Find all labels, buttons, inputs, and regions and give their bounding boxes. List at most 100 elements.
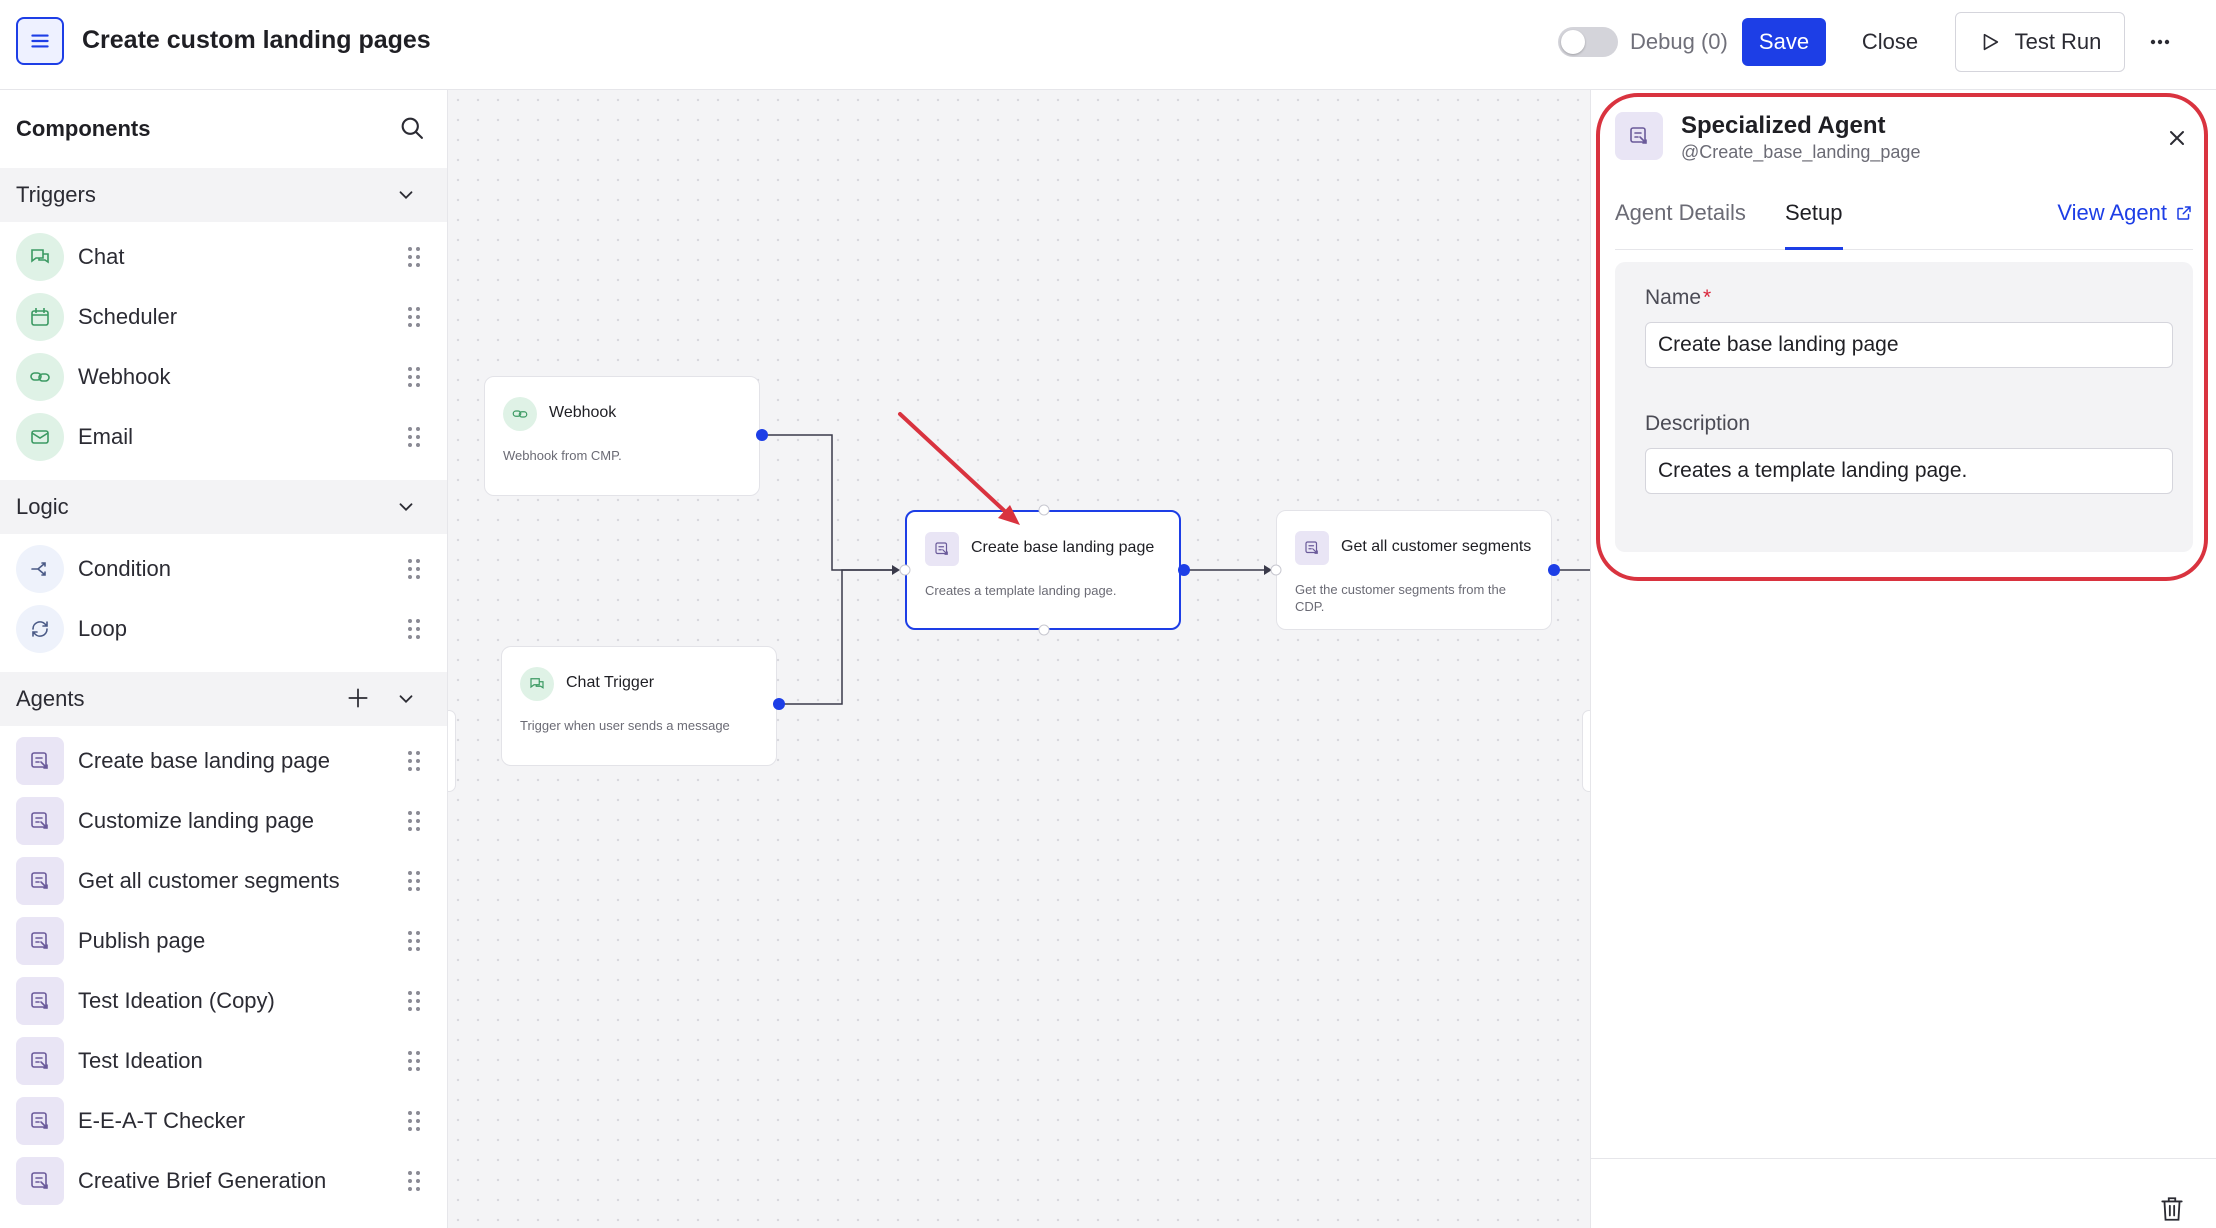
agent-icon (16, 977, 64, 1025)
tab-agent-details[interactable]: Agent Details (1615, 200, 1746, 250)
drag-handle-icon[interactable] (406, 306, 422, 328)
agent-item-label: Test Ideation (Copy) (78, 988, 275, 1013)
trigger-item-label: Webhook (78, 364, 171, 389)
section-label: Agents (16, 686, 85, 711)
port-agent-bottom[interactable] (1038, 624, 1050, 636)
port-segments-in[interactable] (1270, 564, 1282, 576)
loop-icon (16, 605, 64, 653)
agent-icon (16, 1097, 64, 1145)
agent-item[interactable]: Customize landing page (16, 796, 436, 846)
agent-item[interactable]: Test Ideation (16, 1036, 436, 1086)
section-label: Logic (16, 494, 69, 519)
link-icon (16, 353, 64, 401)
agent-item-label: Customize landing page (78, 808, 315, 833)
detail-title: Specialized Agent (1681, 112, 1886, 139)
play-icon (1983, 33, 1998, 51)
trigger-item-scheduler[interactable]: Scheduler (16, 292, 436, 342)
chevron-down-icon (399, 503, 413, 512)
save-button[interactable]: Save (1742, 18, 1826, 66)
agent-item[interactable]: Publish page (16, 916, 436, 966)
agent-detail-panel: Specialized Agent @Create_base_landing_p… (1590, 90, 2216, 1228)
chevron-down-icon (399, 695, 413, 704)
trigger-item-label: Email (78, 424, 134, 449)
mail-icon (16, 413, 64, 461)
drag-handle-icon[interactable] (406, 990, 422, 1012)
agent-item[interactable]: Creative Brief Generation (16, 1156, 436, 1206)
view-agent-label: View Agent (2057, 200, 2167, 225)
agent-item-label: Create base landing page (78, 748, 330, 773)
description-label: Description (1645, 412, 1751, 435)
components-panel: Components Triggers Chat Scheduler Webho… (0, 90, 448, 1228)
drag-handle-icon[interactable] (406, 750, 422, 772)
debug-toggle[interactable] (1558, 27, 1618, 57)
hamburger-icon (31, 34, 49, 48)
drag-handle-icon[interactable] (406, 618, 422, 640)
right-panel-collapse-handle[interactable] (1582, 710, 1590, 792)
section-agents[interactable]: Agents (0, 672, 447, 726)
drag-handle-icon[interactable] (406, 558, 422, 580)
workflow-canvas[interactable]: Webhook Webhook from CMP. Chat Trigger T… (448, 90, 1590, 1228)
port-webhook-out[interactable] (756, 429, 768, 441)
top-bar: Create custom landing pages Debug (0) Sa… (0, 0, 2216, 90)
trigger-item-chat[interactable]: Chat (16, 232, 436, 282)
drag-handle-icon[interactable] (406, 366, 422, 388)
name-input[interactable] (1645, 322, 2173, 368)
section-logic[interactable]: Logic (0, 480, 447, 534)
section-triggers[interactable]: Triggers (0, 168, 447, 222)
tab-setup[interactable]: Setup (1785, 200, 1843, 250)
port-agent-in[interactable] (899, 564, 911, 576)
agent-icon (16, 1157, 64, 1205)
drag-handle-icon[interactable] (406, 1170, 422, 1192)
trigger-item-email[interactable]: Email (16, 412, 436, 462)
agent-item[interactable]: E-E-A-T Checker (16, 1096, 436, 1146)
trigger-item-label: Scheduler (78, 304, 178, 329)
trigger-item-webhook[interactable]: Webhook (16, 352, 436, 402)
test-run-button[interactable]: Test Run (1955, 12, 2125, 72)
more-icon (2150, 39, 2170, 45)
required-mark: * (1703, 286, 1712, 309)
trash-icon[interactable] (2159, 1195, 2185, 1223)
agent-item-label: Get all customer segments (78, 868, 340, 893)
logic-item-label: Loop (78, 616, 127, 641)
drag-handle-icon[interactable] (406, 246, 422, 268)
drag-handle-icon[interactable] (406, 1110, 422, 1132)
close-icon[interactable] (2165, 126, 2189, 150)
agent-item-label: Creative Brief Generation (78, 1168, 327, 1193)
trigger-item-label: Chat (78, 244, 125, 269)
more-options-button[interactable] (2140, 22, 2180, 62)
logic-item-condition[interactable]: Condition (16, 544, 436, 594)
port-agent-top[interactable] (1038, 504, 1050, 516)
port-agent-out[interactable] (1178, 564, 1190, 576)
close-button[interactable]: Close (1848, 18, 1932, 66)
agent-item[interactable]: Test Ideation (Copy) (16, 976, 436, 1026)
branch-icon (16, 545, 64, 593)
test-run-label: Test Run (2014, 29, 2102, 54)
chevron-down-icon (399, 191, 413, 200)
description-input[interactable] (1645, 448, 2173, 494)
drag-handle-icon[interactable] (406, 930, 422, 952)
agent-icon (16, 797, 64, 845)
external-link-icon (2177, 206, 2191, 220)
drag-handle-icon[interactable] (406, 870, 422, 892)
port-chat-out[interactable] (773, 698, 785, 710)
page-title: Create custom landing pages (82, 26, 431, 54)
agent-item-label: Test Ideation (78, 1048, 203, 1073)
setup-form: Name* Description (1615, 262, 2193, 552)
menu-button[interactable] (16, 17, 64, 65)
drag-handle-icon[interactable] (406, 426, 422, 448)
components-title: Components (16, 116, 151, 141)
view-agent-link[interactable]: View Agent (2057, 200, 2193, 226)
port-segments-out[interactable] (1548, 564, 1560, 576)
agent-item[interactable]: Get all customer segments (16, 856, 436, 906)
agent-icon (16, 917, 64, 965)
drag-handle-icon[interactable] (406, 810, 422, 832)
left-panel-collapse-handle[interactable] (448, 710, 456, 792)
chat-icon (16, 233, 64, 281)
logic-item-loop[interactable]: Loop (16, 604, 436, 654)
agent-item[interactable]: Create base landing page (16, 736, 436, 786)
drag-handle-icon[interactable] (406, 1050, 422, 1072)
detail-footer (1591, 1158, 2216, 1228)
search-icon[interactable] (398, 114, 426, 142)
name-label-text: Name (1645, 286, 1702, 309)
add-agent-icon[interactable] (345, 685, 371, 711)
